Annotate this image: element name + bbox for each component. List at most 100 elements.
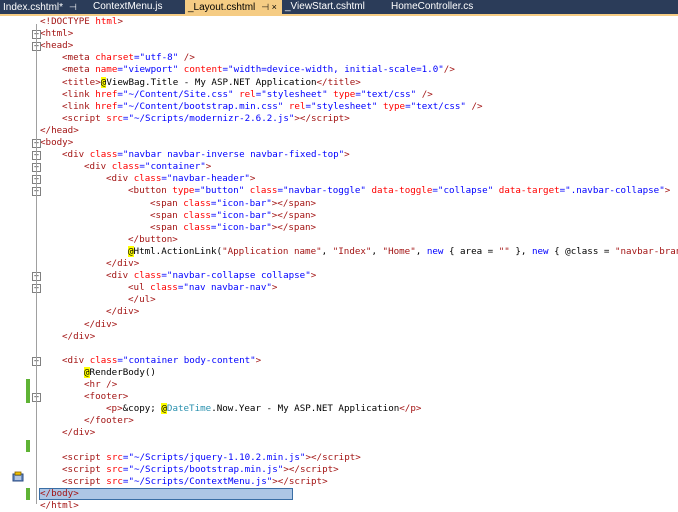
code-token: class [183,209,211,221]
code-line[interactable]: <link href="~/Content/bootstrap.min.css"… [62,101,483,113]
code-token: > [67,28,74,40]
code-line[interactable]: <ul class="nav navbar-nav"> [128,282,277,294]
code-token: "navbar-brand" [614,245,678,257]
code-line[interactable]: <footer> [84,391,128,403]
tab-label: _ViewStart.cshtml [285,1,365,12]
code-token: > [322,475,328,487]
code-line[interactable]: </div> [62,331,95,343]
code-token: ViewBag.Title - My ASP.NET Application [106,76,317,88]
code-editor[interactable]: <!DOCTYPE html> <html> <head> <meta charset… [0,16,678,512]
code-token: DateTime [166,403,212,415]
code-line[interactable]: <div class="container body-content"> [62,355,261,367]
code-token: src [106,451,123,463]
code-token: ="collapse" [432,185,494,197]
code-token: ="icon-bar" [210,197,272,209]
code-line[interactable]: <div class="navbar-header"> [106,173,255,185]
code-line[interactable]: <title>@ViewBag.Title - My ASP.NET Appli… [62,76,361,89]
code-line[interactable]: <script src="~/Scripts/ContextMenu.js"><… [62,476,328,488]
code-token: > [73,500,79,511]
code-token: head [45,40,68,52]
code-line[interactable]: </button> [128,234,178,246]
code-token: data-target [498,185,560,197]
code-token: script [288,475,323,487]
code-token: ="icon-bar" [210,221,272,233]
code-line[interactable]: </html> [40,500,79,512]
code-line[interactable]: </ul> [128,294,156,306]
code-token: > [333,463,339,475]
code-line[interactable]: </div> [106,306,139,318]
code-token: > [255,354,262,366]
code-line[interactable]: </div> [106,258,139,270]
code-token: script [299,463,334,475]
code-token: > [111,318,118,330]
code-line[interactable]: <!DOCTYPE html> [40,16,123,28]
code-line[interactable]: <div class="navbar navbar-inverse navbar… [62,149,350,161]
code-line[interactable]: </footer> [84,415,134,427]
code-token: ="width=device-width, initial-scale=1.0" [222,64,444,76]
code-token: link [67,88,90,100]
code-token: hr [89,379,101,390]
code-token: div [95,318,112,330]
tab-index-cshtml[interactable]: Index.cshtml* ⊣ [0,0,91,14]
code-token: script [67,451,101,463]
code-line[interactable]: </div> [62,427,95,439]
smart-tag-icon[interactable] [12,471,26,483]
code-token: <!DOCTYPE [40,16,96,27]
code-line[interactable]: <html> [40,28,73,40]
code-line[interactable]: <p>&copy; @DateTime.Now.Year - My ASP.NE… [106,403,421,415]
tab--layout-cshtml[interactable]: _Layout.cshtml ⊣ × [185,0,282,14]
code-line[interactable]: <script src="~/Scripts/jquery-1.10.2.min… [62,452,361,464]
code-line[interactable]: <span class="icon-bar"></span> [150,210,316,222]
code-token: class [133,173,162,185]
code-token: ="navbar-collapse collapse" [161,270,311,282]
tab-contextmenu-js[interactable]: ContextMenu.js [90,0,186,14]
code-token: > [205,161,212,173]
code-token: div [73,330,90,342]
tab-homecontroller-cs[interactable]: HomeController.cs [388,0,501,14]
code-line[interactable]: <script src="~/Scripts/bootstrap.min.js"… [62,464,339,476]
code-line[interactable]: </div> [84,319,117,331]
code-line[interactable]: @RenderBody() [84,366,156,379]
code-token: </ [128,233,140,245]
code-token: /> [183,52,195,64]
tab-label: _Layout.cshtml [188,2,256,13]
code-line[interactable]: @Html.ActionLink("Application name", "In… [128,245,678,258]
code-line[interactable]: <hr /> [84,379,117,391]
code-line[interactable]: <div class="navbar-collapse collapse"> [106,270,316,282]
code-line[interactable]: <span class="icon-bar"></span> [150,222,316,234]
code-token: ></ [271,209,289,221]
code-token: ="button" [194,185,245,197]
code-token: > [172,233,178,245]
code-line[interactable]: <body> [40,137,73,149]
tab--viewstart-cshtml[interactable]: _ViewStart.cshtml [282,0,389,14]
code-line[interactable]: <head> [40,40,73,52]
pin-icon[interactable]: ⊣ × [261,0,277,14]
code-line[interactable]: <button type="button" class="navbar-togg… [128,185,670,197]
code-line[interactable]: <meta charset="utf-8" /> [62,52,195,64]
code-line[interactable]: </body> [40,488,79,500]
document-tab-bar: Index.cshtml* ⊣ ContextMenu.js _Layout.csht… [0,0,678,16]
code-line[interactable]: <meta name="viewport" content="width=dev… [62,64,455,76]
code-line[interactable]: <div class="container"> [84,161,211,173]
pin-icon[interactable]: ⊣ [69,0,77,14]
change-marker [26,439,30,452]
code-line[interactable]: <link href="~/Content/Site.css" rel="sty… [62,89,433,101]
code-token: > [89,330,96,342]
code-token: > [133,258,140,269]
code-line[interactable]: <span class="icon-bar"></span> [150,198,316,210]
code-token: { @class = [548,245,615,257]
code-line[interactable]: </head> [40,125,79,137]
code-token: > [117,16,124,27]
code-token: .Now.Year - My ASP.NET Application [211,403,400,415]
code-token: > [415,403,422,415]
code-token: script [67,112,101,124]
code-token: > [310,209,317,221]
code-token: ="~/Scripts/bootstrap.min.js" [122,463,284,475]
code-token: ="~/Scripts/jquery-1.10.2.min.js" [122,451,306,463]
code-token: class [249,185,278,197]
code-line[interactable]: <script src="~/Scripts/modernizr-2.6.2.j… [62,113,350,125]
code-token: src [106,463,123,475]
code-token: span [155,209,178,221]
change-marker [26,379,30,404]
code-token: ="~/Content/bootstrap.min.css" [117,100,284,112]
